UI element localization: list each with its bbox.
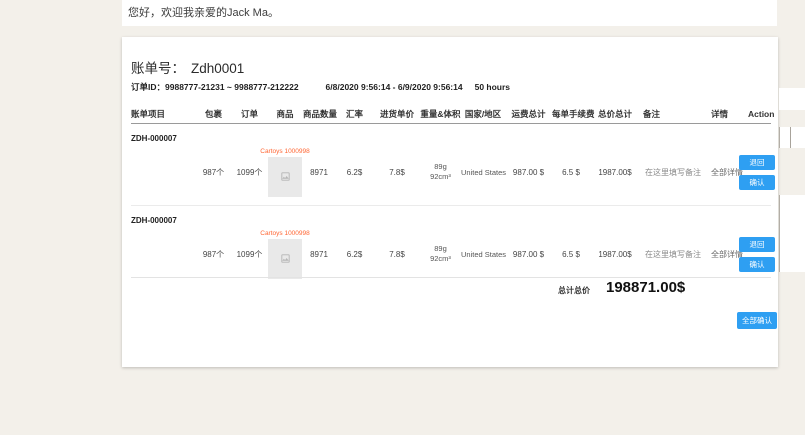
col-header-remark: 备注 (640, 108, 708, 120)
cell-price-total: 1987.00$ (590, 168, 640, 177)
table-row: 987个 1099个 Cartoys 1000998 8971 6.2$ 7.8… (131, 146, 805, 198)
cell-shipping-total: 987.00 $ (505, 168, 552, 177)
col-header-order: 订单 (232, 108, 267, 120)
cell-unit-price: 7.8$ (374, 250, 420, 259)
remark-field[interactable]: 在这里填写备注 (640, 249, 708, 260)
col-header-fee: 每单手续费 (552, 108, 590, 120)
col-header-action: Action (745, 109, 805, 119)
cell-product: Cartoys 1000998 (267, 148, 303, 197)
col-header-shipping: 运费总计 (505, 108, 552, 120)
cell-unit-price: 7.8$ (374, 168, 420, 177)
cell-fee-per-order: 6.5 $ (552, 168, 590, 177)
col-header-package: 包裹 (195, 108, 232, 120)
weight-value: 89g (420, 162, 461, 172)
cell-product: Cartoys 1000998 (267, 230, 303, 279)
cell-rate: 6.2$ (335, 250, 374, 259)
cell-package: 987个 (195, 249, 232, 260)
return-button[interactable]: 退回 (739, 237, 775, 252)
bill-group: ZDH-000007 987个 1099个 Cartoys 1000998 89… (131, 128, 805, 198)
greeting-text: 您好，欢迎我亲爱的Jack Ma。 (122, 0, 777, 26)
cell-weight-volume: 89g 92cm³ (420, 244, 461, 264)
bill-number-label: 账单号： (131, 61, 185, 76)
col-header-unit-price: 进货单价 (374, 108, 420, 120)
cell-order: 1099个 (232, 249, 267, 260)
col-header-weight: 重量&体积 (420, 108, 461, 120)
cell-country: United States (461, 250, 505, 259)
product-name-link[interactable]: Cartoys 1000998 (260, 148, 310, 155)
volume-value: 92cm³ (420, 172, 461, 182)
billing-table: 账单项目 包裹 订单 商品 商品数量 汇率 进货单价 重量&体积 国家/地区 运… (131, 104, 805, 124)
col-header-detail: 详情 (708, 108, 745, 120)
date-range: 6/8/2020 9:56:14 - 6/9/2020 9:56:14 (326, 82, 463, 92)
page: 您好，欢迎我亲爱的Jack Ma。 账单号： Zdh0001 订单ID： 9988… (0, 0, 805, 435)
bill-number-value: Zdh0001 (191, 61, 244, 76)
volume-value: 92cm³ (420, 254, 461, 264)
col-header-total-price: 总价总计 (590, 108, 640, 120)
return-button[interactable]: 退回 (739, 155, 775, 170)
action-buttons: 退回 确认 (739, 155, 805, 190)
confirm-all-button[interactable]: 全部确认 (737, 312, 777, 329)
product-image-placeholder (268, 157, 302, 197)
table-row: 987个 1099个 Cartoys 1000998 8971 6.2$ 7.8… (131, 228, 805, 280)
order-id-value: 9988777-21231 ~ 9988777-212222 (165, 82, 299, 92)
group-id: ZDH-000007 (131, 128, 805, 146)
cell-weight-volume: 89g 92cm³ (420, 162, 461, 182)
col-header-quantity: 商品数量 (303, 108, 335, 120)
cell-order: 1099个 (232, 167, 267, 178)
table-header-row: 账单项目 包裹 订单 商品 商品数量 汇率 进货单价 重量&体积 国家/地区 运… (131, 104, 805, 124)
remark-field[interactable]: 在这里填写备注 (640, 167, 708, 178)
cell-package: 987个 (195, 167, 232, 178)
bill-group: ZDH-000007 987个 1099个 Cartoys 1000998 89… (131, 210, 805, 280)
cell-rate: 6.2$ (335, 168, 374, 177)
cell-country: United States (461, 168, 505, 177)
grand-total-label: 总计总价 (558, 285, 590, 296)
group-id: ZDH-000007 (131, 210, 805, 228)
bill-number-title: 账单号： Zdh0001 (131, 57, 244, 77)
col-header-rate: 汇率 (335, 108, 374, 120)
image-placeholder-icon (280, 171, 291, 182)
greeting-bar: 您好，欢迎我亲爱的Jack Ma。 (122, 0, 777, 26)
col-header-country: 国家/地区 (461, 108, 505, 120)
cell-fee-per-order: 6.5 $ (552, 250, 590, 259)
action-buttons: 退回 确认 (739, 237, 805, 272)
weight-value: 89g (420, 244, 461, 254)
bill-subheader: 订单ID： 9988777-21231 ~ 9988777-212222 6/8… (131, 81, 510, 93)
group-divider (131, 205, 771, 206)
totals-divider (131, 277, 771, 278)
confirm-button[interactable]: 确认 (739, 175, 775, 190)
confirm-button[interactable]: 确认 (739, 257, 775, 272)
cell-quantity: 8971 (303, 168, 335, 177)
product-image-placeholder (268, 239, 302, 279)
duration: 50 hours (475, 82, 510, 92)
cell-price-total: 1987.00$ (590, 250, 640, 259)
image-placeholder-icon (280, 253, 291, 264)
cell-quantity: 8971 (303, 250, 335, 259)
cell-shipping-total: 987.00 $ (505, 250, 552, 259)
product-name-link[interactable]: Cartoys 1000998 (260, 230, 310, 237)
grand-total-value: 198871.00$ (606, 279, 685, 296)
col-header-product: 商品 (267, 108, 303, 120)
order-id-label: 订单ID： (131, 81, 165, 93)
col-header-bill-item: 账单项目 (131, 108, 195, 120)
